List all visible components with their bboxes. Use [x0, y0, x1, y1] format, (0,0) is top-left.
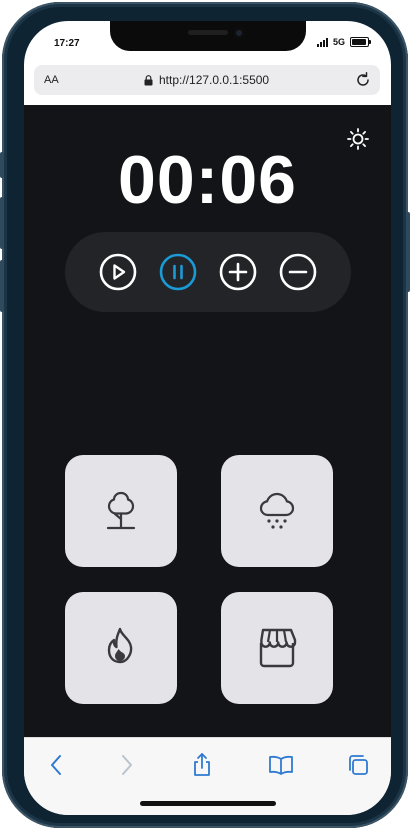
share-button[interactable]	[187, 752, 217, 778]
forward-icon	[122, 755, 132, 775]
play-icon	[99, 253, 137, 291]
url-display[interactable]: http://127.0.0.1:5500	[144, 73, 269, 87]
timer-display: 00:06	[118, 142, 297, 218]
browser-toolbar	[24, 737, 391, 815]
address-bar[interactable]: AA http://127.0.0.1:5500	[34, 65, 380, 95]
decrease-button[interactable]	[279, 253, 317, 291]
text-size-button[interactable]: AA	[44, 74, 59, 86]
increase-button[interactable]	[219, 253, 257, 291]
pause-icon	[159, 253, 197, 291]
fire-sound-tile[interactable]	[65, 592, 177, 704]
network-type: 5G	[332, 37, 345, 47]
status-indicators: 5G	[316, 37, 371, 47]
flame-icon	[107, 627, 133, 664]
share-icon	[194, 753, 210, 776]
bookmarks-icon	[269, 755, 293, 775]
snow-cloud-icon	[259, 492, 295, 529]
minus-icon	[279, 253, 317, 291]
bookmarks-button[interactable]	[266, 752, 296, 778]
tabs-button[interactable]	[343, 752, 373, 778]
volume-down-button	[0, 260, 4, 312]
back-icon	[51, 755, 61, 775]
snow-sound-tile[interactable]	[221, 455, 333, 567]
volume-up-button	[0, 197, 4, 249]
signal-strength-icon	[316, 37, 328, 47]
play-button[interactable]	[99, 253, 137, 291]
store-icon	[259, 628, 297, 668]
store-sound-tile[interactable]	[221, 592, 333, 704]
mute-switch	[0, 152, 4, 178]
reload-icon[interactable]	[354, 71, 372, 89]
pause-button[interactable]	[159, 253, 197, 291]
back-button[interactable]	[41, 752, 71, 778]
lock-icon	[144, 74, 153, 85]
forward-button[interactable]	[112, 752, 142, 778]
tabs-icon	[349, 755, 368, 775]
forest-sound-tile[interactable]	[65, 455, 177, 567]
front-camera	[234, 28, 244, 38]
battery-icon	[350, 37, 371, 47]
status-time: 17:27	[54, 38, 80, 49]
tree-icon	[106, 491, 136, 530]
phone-frame: 17:27 5G AA http://127.0.0.1:5500 00:06	[0, 2, 410, 828]
notch	[110, 21, 306, 51]
earpiece-speaker	[188, 30, 228, 35]
app-content: 00:06	[24, 105, 391, 737]
url-text: http://127.0.0.1:5500	[159, 73, 270, 87]
plus-icon	[219, 253, 257, 291]
home-indicator[interactable]	[140, 801, 276, 806]
timer-controls	[65, 232, 351, 312]
phone-screen: 17:27 5G AA http://127.0.0.1:5500 00:06	[24, 21, 391, 815]
power-button	[406, 212, 410, 292]
